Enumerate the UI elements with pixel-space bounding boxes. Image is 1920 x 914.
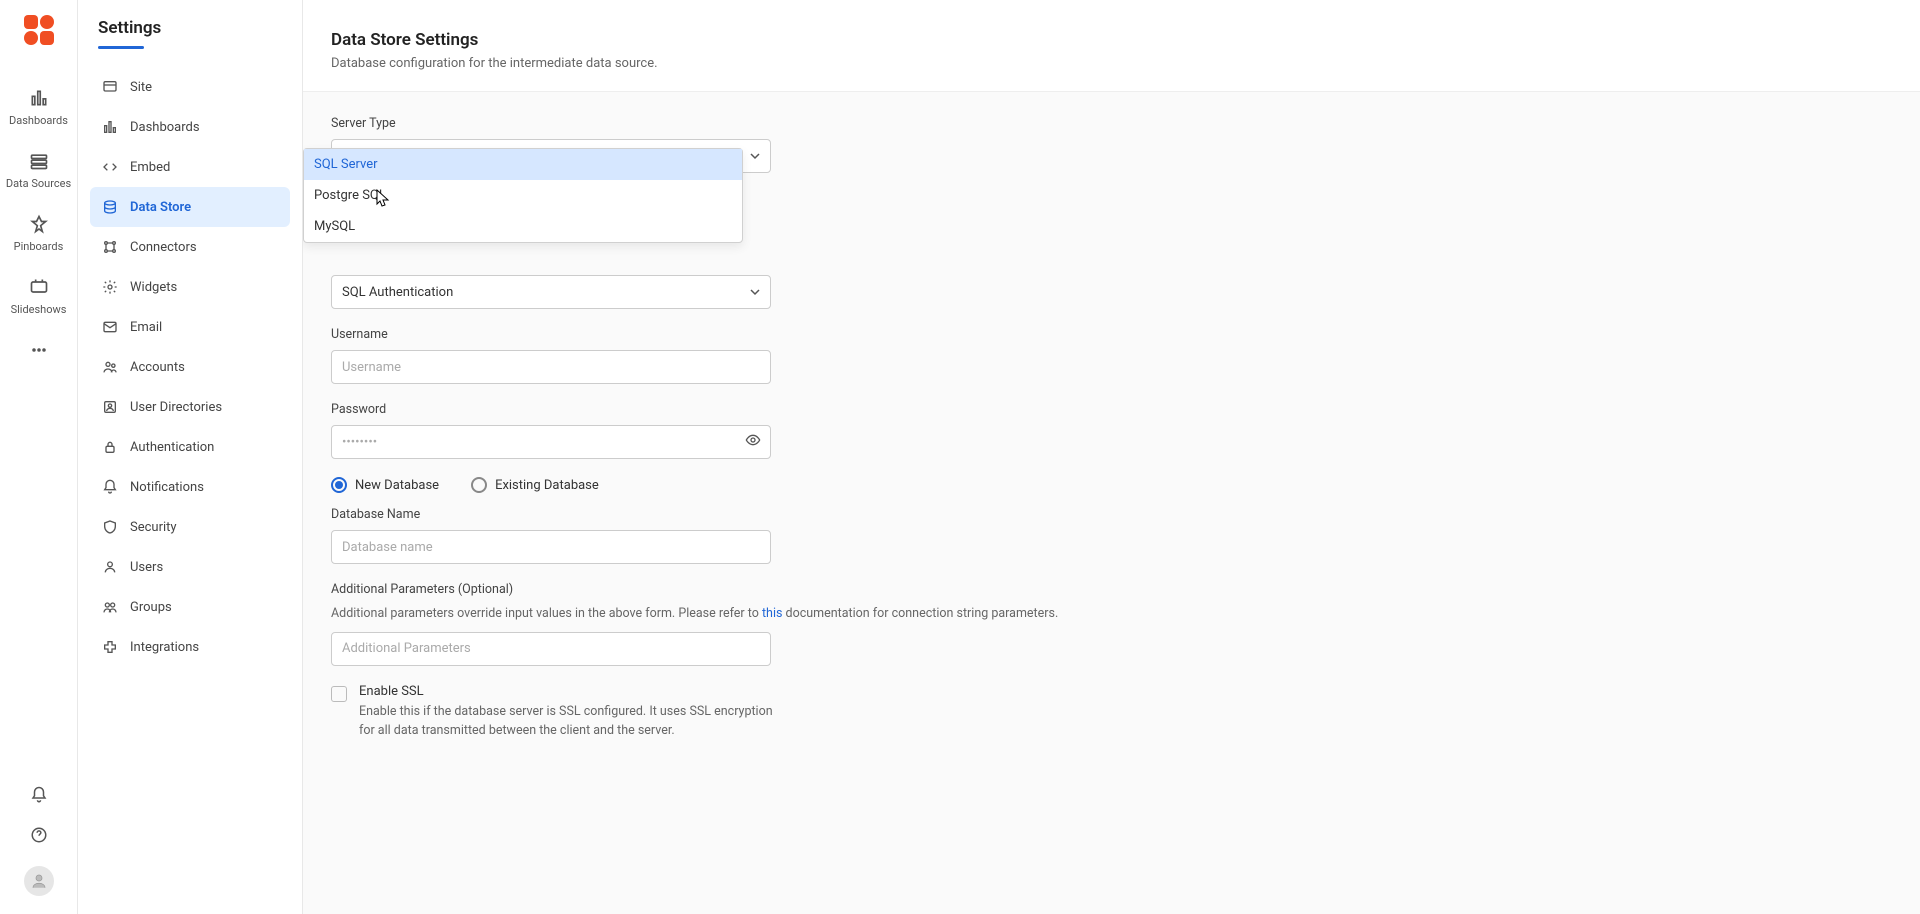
nav-label: Integrations — [130, 640, 199, 655]
password-visibility-toggle[interactable] — [745, 432, 761, 452]
app-logo[interactable] — [21, 12, 57, 48]
page-header: Data Store Settings Database configurati… — [303, 0, 1920, 92]
rail-label: Dashboards — [9, 114, 68, 127]
left-rail: Dashboards Data Sources Pinboards Slides… — [0, 0, 78, 914]
dropdown-option-sql-server[interactable]: SQL Server — [304, 149, 742, 180]
nav-item-embed[interactable]: Embed — [90, 147, 290, 187]
nav-label: Users — [130, 560, 163, 575]
sidenav-underline — [98, 46, 144, 49]
rail-item-pinboards[interactable]: Pinboards — [0, 204, 77, 267]
nav-item-accounts[interactable]: Accounts — [90, 347, 290, 387]
eye-icon — [745, 432, 761, 448]
sidenav-title: Settings — [90, 18, 290, 42]
enable-ssl-label: Enable SSL — [359, 684, 779, 699]
nav-item-users[interactable]: Users — [90, 547, 290, 587]
username-label: Username — [331, 327, 1095, 342]
help-text: documentation for connection string para… — [782, 606, 1058, 621]
radio-new-database[interactable]: New Database — [331, 477, 439, 493]
nav-item-widgets[interactable]: Widgets — [90, 267, 290, 307]
password-label: Password — [331, 402, 1095, 417]
database-name-input[interactable] — [331, 530, 771, 564]
additional-params-help: Additional parameters override input val… — [331, 605, 1095, 624]
rail-item-slideshows[interactable]: Slideshows — [0, 267, 77, 330]
nav-label: Accounts — [130, 360, 185, 375]
nav-item-notifications[interactable]: Notifications — [90, 467, 290, 507]
nav-label: Notifications — [130, 480, 204, 495]
nav-item-integrations[interactable]: Integrations — [90, 627, 290, 667]
main-content: Data Store Settings Database configurati… — [303, 0, 1920, 914]
password-input[interactable] — [331, 425, 771, 459]
rail-label: Data Sources — [6, 177, 71, 190]
nav-item-groups[interactable]: Groups — [90, 587, 290, 627]
rail-user-avatar[interactable] — [24, 866, 54, 896]
chevron-down-icon — [750, 151, 760, 161]
nav-label: Dashboards — [130, 120, 200, 135]
data-store-form: Server Type SQL Server SQL Server Postgr… — [303, 92, 1123, 798]
nav-item-connectors[interactable]: Connectors — [90, 227, 290, 267]
nav-label: Groups — [130, 600, 172, 615]
nav-label: Email — [130, 320, 162, 335]
rail-item-more[interactable] — [0, 330, 77, 374]
nav-item-dashboards[interactable]: Dashboards — [90, 107, 290, 147]
authentication-select[interactable]: SQL Authentication — [331, 275, 771, 309]
username-input[interactable] — [331, 350, 771, 384]
nav-label: Security — [130, 520, 177, 535]
rail-help-icon[interactable] — [30, 826, 48, 848]
rail-item-data-sources[interactable]: Data Sources — [0, 141, 77, 204]
additional-params-doc-link[interactable]: this — [762, 606, 782, 621]
nav-label: Widgets — [130, 280, 177, 295]
nav-label: Data Store — [130, 200, 191, 215]
additional-params-label: Additional Parameters (Optional) — [331, 582, 1095, 597]
nav-label: Authentication — [130, 440, 214, 455]
dropdown-option-postgre-sql[interactable]: Postgre SQL — [304, 180, 742, 211]
chevron-down-icon — [750, 287, 760, 297]
rail-label: Slideshows — [11, 303, 67, 316]
nav-label: Connectors — [130, 240, 197, 255]
rail-item-dashboards[interactable]: Dashboards — [0, 78, 77, 141]
authentication-value: SQL Authentication — [342, 285, 453, 300]
nav-item-user-directories[interactable]: User Directories — [90, 387, 290, 427]
nav-item-site[interactable]: Site — [90, 67, 290, 107]
additional-params-input[interactable] — [331, 632, 771, 666]
enable-ssl-help: Enable this if the database server is SS… — [359, 703, 779, 741]
nav-item-data-store[interactable]: Data Store — [90, 187, 290, 227]
nav-label: Site — [130, 80, 152, 95]
rail-label: Pinboards — [14, 240, 64, 253]
radio-existing-database[interactable]: Existing Database — [471, 477, 599, 493]
nav-item-authentication[interactable]: Authentication — [90, 427, 290, 467]
nav-item-security[interactable]: Security — [90, 507, 290, 547]
nav-label: User Directories — [130, 400, 222, 415]
rail-notifications-icon[interactable] — [30, 786, 48, 808]
database-name-label: Database Name — [331, 507, 1095, 522]
radio-label: New Database — [355, 478, 439, 493]
nav-label: Embed — [130, 160, 170, 175]
page-subtitle: Database configuration for the intermedi… — [331, 56, 1892, 71]
dropdown-option-mysql[interactable]: MySQL — [304, 211, 742, 242]
radio-label: Existing Database — [495, 478, 599, 493]
nav-item-email[interactable]: Email — [90, 307, 290, 347]
server-type-dropdown: SQL Server Postgre SQL MySQL — [303, 148, 743, 243]
server-type-label: Server Type — [331, 116, 1095, 131]
radio-circle-icon — [471, 477, 487, 493]
help-text: Additional parameters override input val… — [331, 606, 762, 621]
radio-circle-icon — [331, 477, 347, 493]
enable-ssl-checkbox[interactable] — [331, 686, 347, 702]
page-title: Data Store Settings — [331, 30, 1892, 50]
settings-sidenav: Settings Site Dashboards Embed Data Stor… — [78, 0, 303, 914]
